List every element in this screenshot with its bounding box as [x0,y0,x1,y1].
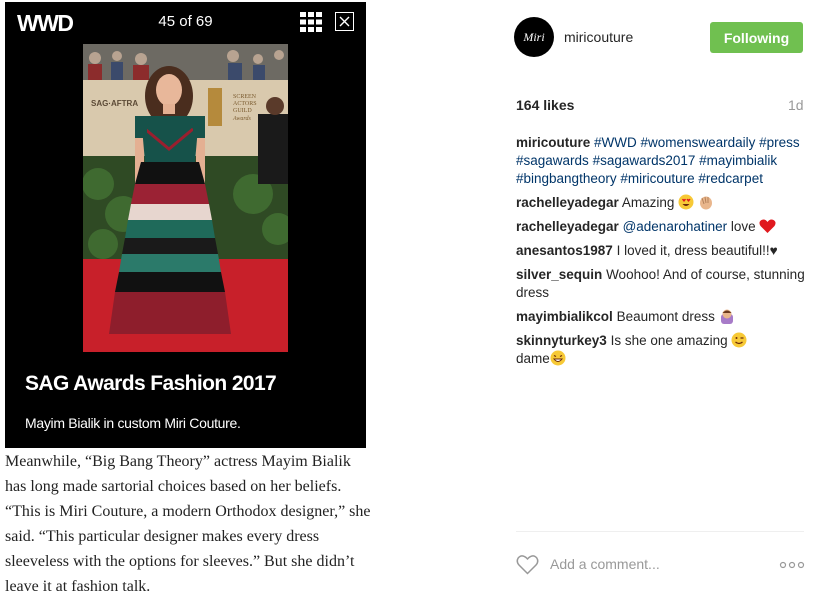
grinning-face-icon [550,350,566,366]
comment: anesantos1987 I loved it, dress beautifu… [516,242,806,260]
heart-outline-icon[interactable] [516,554,539,575]
slide-caption: Mayim Bialik in custom Miri Couture. [25,415,241,431]
grid-icon[interactable] [300,12,322,32]
red-heart-icon [759,219,776,233]
comment-text: Beaumont dress [616,309,715,324]
comment-text: Amazing [621,195,675,210]
svg-text:Awards: Awards [232,116,251,122]
hashtag[interactable]: #mayimbialik [699,153,777,168]
comment: rachelleyadegar Amazing [516,194,806,212]
comment-text: Is she one amazing [610,333,728,348]
timestamp: 1d [788,97,804,113]
heart-eyes-emoji-icon [678,194,694,210]
comment: mayimbialikcol Beaumont dress [516,308,806,326]
add-comment-input[interactable] [550,556,750,572]
hashtag[interactable]: #WWD [594,135,637,150]
svg-text:SCREEN: SCREEN [233,94,257,100]
svg-text:ACTORS: ACTORS [233,101,257,107]
comment: skinnyturkey3 Is she one amazing dame [516,332,806,368]
likes-count[interactable]: 164 likes [516,97,574,113]
more-options-icon[interactable] [779,561,805,569]
backdrop-text: SAG·AFTRA [91,99,138,108]
hashtag[interactable]: #sagawards [516,153,589,168]
article-text: Meanwhile, “Big Bang Theory” actress May… [5,453,371,595]
comment-user[interactable]: anesantos1987 [516,243,613,258]
divider [516,531,804,532]
comment-user[interactable]: mayimbialikcol [516,309,613,324]
slideshow-panel: WWD 45 of 69 SAG·AFTRA SCREEN ACTORS GUI… [5,2,366,448]
comment-user[interactable]: miricouture [516,135,590,150]
comment: rachelleyadegar @adenarohatiner love [516,218,806,236]
person-bowing-icon [720,309,733,324]
hashtag[interactable]: #press [759,135,800,150]
comment-user[interactable]: rachelleyadegar [516,219,619,234]
winking-face-icon [731,332,747,348]
hashtag[interactable]: #miricouture [620,171,694,186]
post-username[interactable]: miricouture [564,29,633,45]
red-carpet-photo: SAG·AFTRA SCREEN ACTORS GUILD Awards [83,44,288,352]
comment-user[interactable]: skinnyturkey3 [516,333,607,348]
avatar-logo-text: Miri [523,29,545,44]
comments-list: miricouture #WWD #womensweardaily #press… [516,134,806,374]
comment-text: I loved it, dress beautiful!!♥ [616,243,778,258]
comment-user[interactable]: rachelleyadegar [516,195,619,210]
caption-comment: miricouture #WWD #womensweardaily #press… [516,134,806,188]
hashtag[interactable]: #redcarpet [698,171,763,186]
close-icon[interactable] [335,12,354,31]
hashtag[interactable]: #womensweardaily [641,135,756,150]
following-button[interactable]: Following [710,22,803,53]
avatar[interactable]: Miri [514,17,554,57]
svg-text:GUILD: GUILD [233,108,252,114]
slide-title: SAG Awards Fashion 2017 [25,372,277,395]
hashtag[interactable]: #sagawards2017 [593,153,696,168]
comment-text-continued: dame [516,351,550,366]
clapping-hands-icon [699,196,712,210]
comment-user[interactable]: silver_sequin [516,267,602,282]
hashtag[interactable]: #bingbangtheory [516,171,617,186]
comment: silver_sequin Woohoo! And of course, stu… [516,266,806,302]
mention-link[interactable]: @adenarohatiner [623,219,728,234]
comment-text: love [727,219,756,234]
